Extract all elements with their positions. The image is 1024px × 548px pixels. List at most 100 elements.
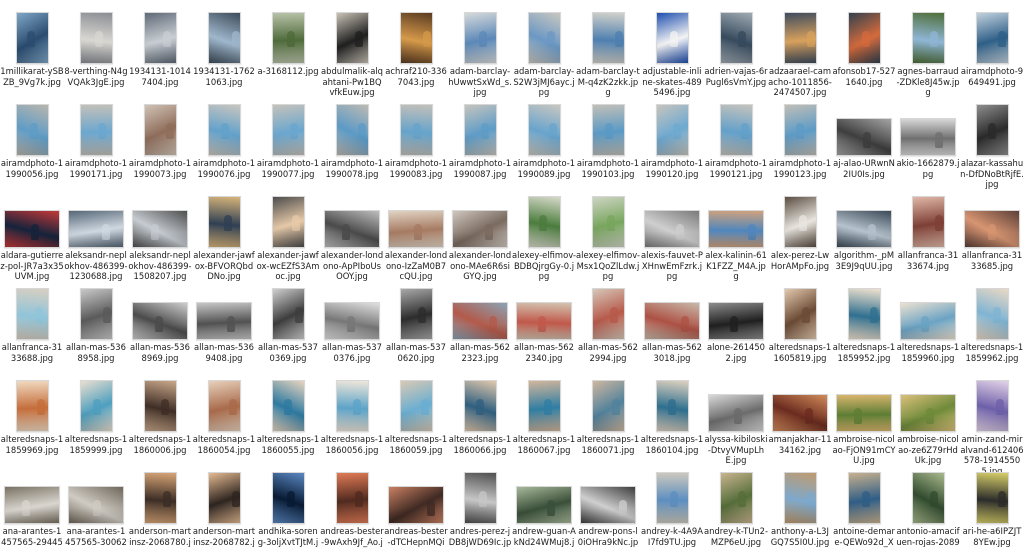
file-item[interactable]: alexey-elfimov-Msx1QoZlLdw.jpg [576, 188, 640, 288]
file-item[interactable]: alteredsnaps-11860059.jpg [384, 372, 448, 472]
file-item[interactable]: allanfranca-3133685.jpg [960, 188, 1024, 288]
thumbnail-subject-shape [151, 224, 159, 240]
file-item[interactable]: aleksandr-neplokhov-486399-1508207.jpg [128, 188, 192, 288]
file-name-label: alexander-londono-MAe6R6siGYQ.jpg [448, 250, 512, 282]
file-item[interactable]: alexander-londono-MAe6R6siGYQ.jpg [448, 188, 512, 288]
file-item[interactable]: ari-he-a6IPZJT8YEw.jpg [960, 464, 1024, 548]
file-item[interactable]: alteredsnaps-11860067.jpg [512, 372, 576, 472]
file-item[interactable]: allan-mas-5370376.jpg [320, 280, 384, 380]
file-item[interactable]: andrey-k-TUn2-MZP6eU.jpg [704, 464, 768, 548]
file-item[interactable]: algorithm-_pM3E9J9qUU.jpg [832, 188, 896, 288]
file-item[interactable]: airamdphoto-11990123.jpg [768, 96, 832, 196]
file-item[interactable]: airamdphoto-11990089.jpg [512, 96, 576, 196]
file-item[interactable]: alazar-kassahun-DfDNoBtRjfE.jpg [960, 96, 1024, 196]
file-item[interactable]: adzaarael-camacho-1011856-2474507.jpg [768, 4, 832, 104]
file-item[interactable]: alteredsnaps-11859999.jpg [64, 372, 128, 472]
file-item[interactable]: airamdphoto-11990121.jpg [704, 96, 768, 196]
file-item[interactable]: alteredsnaps-11860056.jpg [320, 372, 384, 472]
file-item[interactable]: allan-mas-5622994.jpg [576, 280, 640, 380]
file-item[interactable]: 1millikarat-ySBZB_9Vg7k.jpg [0, 4, 64, 104]
file-item[interactable]: aleksandr-neplokhov-486399-1230688.jpg [64, 188, 128, 288]
file-item[interactable]: anthony-a-L3JGQ7S5I0U.jpg [768, 464, 832, 548]
file-item[interactable]: alone-2614502.jpg [704, 280, 768, 380]
file-item[interactable]: allanfranca-3133674.jpg [896, 188, 960, 288]
file-item[interactable]: airamdphoto-11990103.jpg [576, 96, 640, 196]
file-item[interactable]: andres-perez-jDB8jWD69Ic.jpg [448, 464, 512, 548]
file-item[interactable]: alteredsnaps-11860104.jpg [640, 372, 704, 472]
file-item[interactable]: allan-mas-5368969.jpg [128, 280, 192, 380]
file-item[interactable]: alteredsnaps-11859969.jpg [0, 372, 64, 472]
file-item[interactable]: allan-mas-5368958.jpg [64, 280, 128, 380]
file-item[interactable]: andreas-bester-dTCHepnMQiQ.jpg [384, 464, 448, 548]
file-item[interactable]: abdulmalik-alqahtani-Pw1BQvfkEuw.jpg [320, 4, 384, 104]
file-item[interactable]: alteredsnaps-11860054.jpg [192, 372, 256, 472]
file-item[interactable]: adrien-vajas-6rPugl6sVmY.jpg [704, 4, 768, 104]
file-item[interactable]: alteredsnaps-11859952.jpg [832, 280, 896, 380]
file-item[interactable]: airamdphoto-11990056.jpg [0, 96, 64, 196]
file-item[interactable]: alex-kalinin-61K1FZZ_M4A.jpg [704, 188, 768, 288]
file-item[interactable]: alteredsnaps-11860006.jpg [128, 372, 192, 472]
file-item[interactable]: andrew-pons-l0iOHra9kNc.jpg [576, 464, 640, 548]
file-item[interactable]: alexey-elfimov-BDBQjrgGy-0.jpg [512, 188, 576, 288]
file-item[interactable]: antonio-amacifuen-rojas-208946592-125031… [896, 464, 960, 548]
file-item[interactable]: allan-mas-5369408.jpg [192, 280, 256, 380]
file-item[interactable]: adam-barclay-tM-q4zK2zkk.jpg [576, 4, 640, 104]
file-item[interactable]: andhika-soreng-3oljXvtTJtM.jpg [256, 464, 320, 548]
file-item[interactable]: airamdphoto-11990077.jpg [256, 96, 320, 196]
file-item[interactable]: ana-arantes-1457565-2944542.jpg [0, 464, 64, 548]
file-item[interactable]: allanfranca-3133688.jpg [0, 280, 64, 380]
file-item[interactable]: andreas-bester-9wAxh9Jf_Ao.jpg [320, 464, 384, 548]
file-item[interactable]: aj-alao-URwnN2IU0Is.jpg [832, 96, 896, 196]
file-item[interactable]: alexis-fauvet-PXHnwEmFzrk.jpg [640, 188, 704, 288]
file-item[interactable]: adam-barclay-S2W3jMJ6ayc.jpg [512, 4, 576, 104]
file-item[interactable]: agnes-barraud-ZDKle8J45w.jpg [896, 4, 960, 104]
file-item[interactable]: alteredsnaps-11860055.jpg [256, 372, 320, 472]
file-item[interactable]: andrew-guan-AkNd24WMuj8.jpg [512, 464, 576, 548]
file-item[interactable]: amin-zand-miralvand-612406578-19145505.j… [960, 372, 1024, 476]
file-item[interactable]: andrey-k-4A9AI7fd9TU.jpg [640, 464, 704, 548]
file-item[interactable]: 1934131-10147404.jpg [128, 4, 192, 104]
file-item[interactable]: alteredsnaps-11605819.jpg [768, 280, 832, 380]
file-item[interactable]: 1934131-17621063.jpg [192, 4, 256, 104]
file-item[interactable]: airamdphoto-11990083.jpg [384, 96, 448, 196]
file-item[interactable]: airamdphoto-11990120.jpg [640, 96, 704, 196]
file-item[interactable]: aldara-gutierrez-pol-JR7a3x35UVM.jpg [0, 188, 64, 288]
file-item[interactable]: airamdphoto-11990087.jpg [448, 96, 512, 196]
file-item[interactable]: alteredsnaps-11859962.jpg [960, 280, 1024, 380]
file-item[interactable]: anderson-martinsz-2068782.jpg [192, 464, 256, 548]
file-item[interactable]: anderson-martinsz-2068780.jpg [128, 464, 192, 548]
file-item[interactable]: allan-mas-5370369.jpg [256, 280, 320, 380]
file-item[interactable]: alexander-londono-IzZaM0B7cQU.jpg [384, 188, 448, 288]
file-item[interactable]: a-3168112.jpg [256, 4, 320, 104]
file-item[interactable]: allan-mas-5370620.jpg [384, 280, 448, 380]
file-item[interactable]: adam-barclay-hUwwtSxWd_s.jpg [448, 4, 512, 104]
file-item[interactable]: akio-1662879.jpg [896, 96, 960, 196]
file-item[interactable]: alexander-londono-ApPIboUsOOY.jpg [320, 188, 384, 288]
file-item[interactable]: alteredsnaps-11859960.jpg [896, 280, 960, 380]
file-item[interactable]: alteredsnaps-11860071.jpg [576, 372, 640, 472]
file-item[interactable]: afonsob17-5271640.jpg [832, 4, 896, 104]
file-item[interactable]: alexander-jawfox-wcEZfS3Amoc.jpg [256, 188, 320, 288]
file-item[interactable]: amanjakhar-1134162.jpg [768, 372, 832, 472]
file-item[interactable]: airamdphoto-9649491.jpg [960, 4, 1024, 104]
file-item[interactable]: alyssa-kibiloski-DtvyVMupLhE.jpg [704, 372, 768, 472]
file-item[interactable]: airamdphoto-11990171.jpg [64, 96, 128, 196]
file-item[interactable]: alexander-jawfox-BFVORQbdDNo.jpg [192, 188, 256, 288]
file-item[interactable]: allan-mas-5623018.jpg [640, 280, 704, 380]
file-item[interactable]: allan-mas-5622323.jpg [448, 280, 512, 380]
file-name-label: anderson-martinsz-2068782.jpg [192, 526, 256, 548]
file-item[interactable]: alex-perez-LwHorAMpFo.jpg [768, 188, 832, 288]
file-item[interactable]: airamdphoto-11990076.jpg [192, 96, 256, 196]
file-item[interactable]: 8-verthing-N4gVQAk3JgE.jpg [64, 4, 128, 104]
file-item[interactable]: ambroise-nicolao-FjON91mCYU.jpg [832, 372, 896, 472]
file-item[interactable]: antoine-demare-QEWo92d_X3w.jpg [832, 464, 896, 548]
image-thumbnail [911, 196, 945, 248]
file-item[interactable]: airamdphoto-11990073.jpg [128, 96, 192, 196]
file-item[interactable]: airamdphoto-11990078.jpg [320, 96, 384, 196]
file-item[interactable]: ana-arantes-1457565-3006223.jpg [64, 464, 128, 548]
file-item[interactable]: adjustable-inline-skates-4895496.jpg [640, 4, 704, 104]
file-item[interactable]: ambroise-nicolao-ze6Z79rHdUk.jpg [896, 372, 960, 472]
file-item[interactable]: achraf210-3367043.jpg [384, 4, 448, 104]
file-item[interactable]: allan-mas-5622340.jpg [512, 280, 576, 380]
file-item[interactable]: alteredsnaps-11860066.jpg [448, 372, 512, 472]
